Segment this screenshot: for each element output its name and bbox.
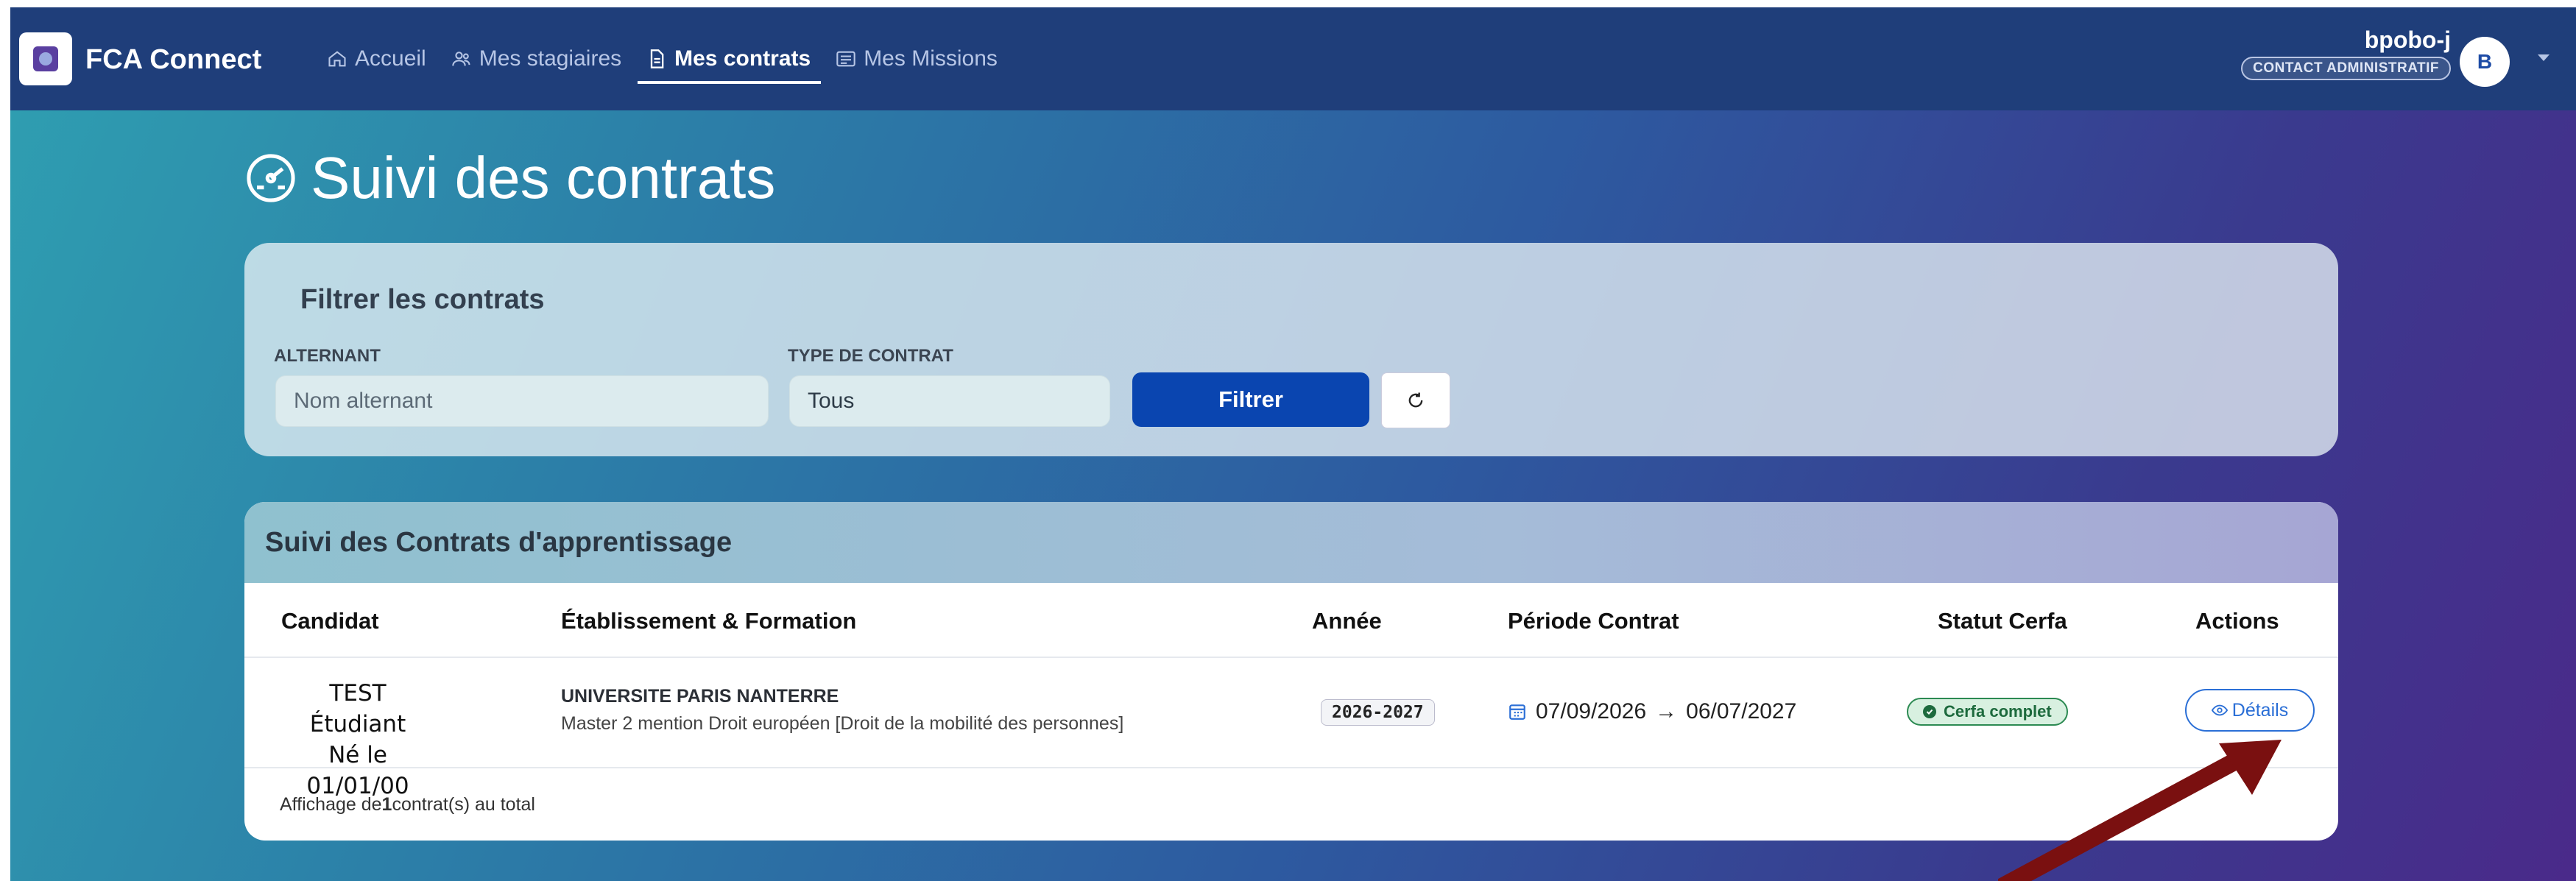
- column-header[interactable]: Période Contrat: [1508, 608, 1679, 634]
- app-frame: FCA Connect Accueil Mes stagiaires Mes c…: [10, 7, 2576, 881]
- alternant-label: ALTERNANT: [274, 346, 381, 366]
- cerfa-status-label: Cerfa complet: [1944, 702, 2052, 721]
- period-arrow: →: [1655, 699, 1678, 723]
- id-card-icon: [836, 51, 855, 67]
- annotation-arrow-icon: [1998, 740, 2282, 881]
- candidate-name: TEST Étudiant: [309, 680, 406, 737]
- period-end: 06/07/2027: [1686, 699, 1797, 723]
- page-title: Suivi des contrats: [243, 144, 775, 212]
- establishment-cell: UNIVERSITE PARIS NANTERRE Master 2 menti…: [561, 686, 1123, 735]
- main-nav: Accueil Mes stagiaires Mes contrats Mes …: [327, 7, 998, 110]
- filter-button[interactable]: Filtrer: [1132, 372, 1369, 427]
- app-name[interactable]: FCA Connect: [85, 44, 261, 76]
- table-footer: Affichage de 1 contrat(s) au total: [280, 768, 535, 841]
- table-title: Suivi des Contrats d'apprentissage: [244, 502, 2338, 583]
- top-navbar: FCA Connect Accueil Mes stagiaires Mes c…: [10, 7, 2576, 110]
- university-name: UNIVERSITE PARIS NANTERRE: [561, 686, 839, 707]
- details-button[interactable]: Détails: [2185, 689, 2315, 732]
- refresh-icon: [1408, 392, 1423, 408]
- footer-count: 1: [381, 793, 392, 815]
- contract-type-label: TYPE DE CONTRAT: [788, 346, 953, 366]
- formation-name: Master 2 mention Droit européen [Droit d…: [561, 713, 1124, 734]
- filter-title: Filtrer les contrats: [300, 284, 545, 315]
- avatar[interactable]: B: [2460, 37, 2510, 87]
- footer-suffix: contrat(s) au total: [392, 793, 535, 815]
- alternant-input[interactable]: Nom alternant: [275, 375, 769, 427]
- contract-period: 07/09/2026 → 06/07/2027: [1508, 699, 1796, 724]
- nav-item-accueil[interactable]: Accueil: [327, 7, 426, 110]
- speedometer-icon: [247, 154, 295, 202]
- column-header[interactable]: Actions: [2195, 608, 2279, 634]
- period-start: 07/09/2026: [1536, 699, 1647, 723]
- role-badge: CONTACT ADMINISTRATIF: [2241, 57, 2451, 80]
- details-button-label: Détails: [2231, 699, 2289, 721]
- nav-item-label: Mes Missions: [864, 46, 998, 71]
- table-header-row: Candidat Établissement & Formation Année…: [244, 583, 2338, 658]
- app-logo[interactable]: [19, 32, 72, 85]
- page-title-text: Suivi des contrats: [311, 145, 776, 210]
- column-header[interactable]: Statut Cerfa: [1938, 608, 2067, 634]
- users-icon: [452, 52, 470, 66]
- check-circle-icon: [1923, 705, 1936, 718]
- contract-type-select[interactable]: Tous: [789, 375, 1110, 427]
- nav-item-mes-missions[interactable]: Mes Missions: [836, 7, 998, 110]
- nav-item-mes-contrats[interactable]: Mes contrats: [638, 7, 822, 110]
- column-header[interactable]: Candidat: [281, 608, 379, 634]
- footer-prefix: Affichage de: [280, 793, 382, 815]
- filter-card: Filtrer les contrats ALTERNANT Nom alter…: [244, 243, 2338, 456]
- username: bpobo-j: [2364, 26, 2451, 53]
- document-icon: [650, 49, 664, 68]
- reset-button[interactable]: [1381, 372, 1450, 428]
- calendar-icon: [1509, 704, 1525, 720]
- column-header[interactable]: Année: [1312, 608, 1382, 634]
- column-header[interactable]: Établissement & Formation: [561, 608, 856, 634]
- cerfa-status-badge: Cerfa complet: [1907, 698, 2068, 726]
- logo-mark-icon: [33, 46, 58, 71]
- nav-item-label: Mes stagiaires: [479, 46, 622, 71]
- home-icon: [328, 51, 346, 67]
- nav-item-mes-stagiaires[interactable]: Mes stagiaires: [451, 7, 621, 110]
- nav-item-label: Accueil: [355, 46, 426, 71]
- chevron-down-icon[interactable]: [2538, 54, 2549, 61]
- user-block[interactable]: bpobo-j CONTACT ADMINISTRATIF: [2241, 26, 2451, 80]
- year-badge: 2026-2027: [1321, 699, 1435, 726]
- eye-icon: [2211, 704, 2228, 716]
- nav-item-label: Mes contrats: [674, 46, 811, 71]
